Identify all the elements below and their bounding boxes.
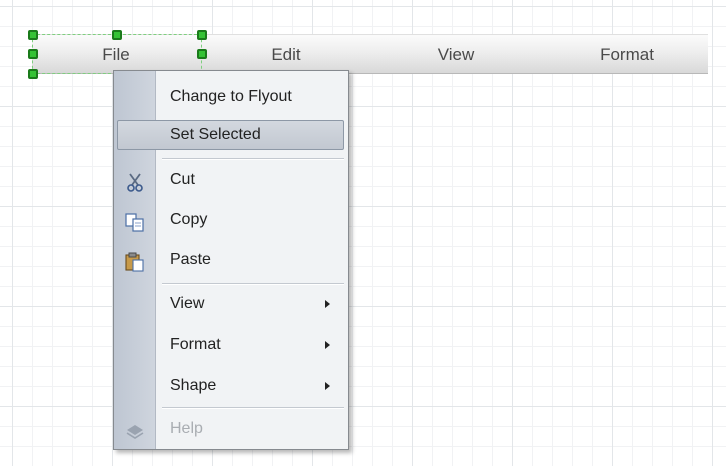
context-menu: Change to Flyout Set Selected Cut Copy P…: [113, 70, 349, 450]
resize-handle-top-left[interactable]: [28, 30, 38, 40]
menu-item-label: Cut: [170, 171, 195, 188]
submenu-arrow-icon: [325, 341, 330, 349]
resize-handle-bottom-left[interactable]: [28, 69, 38, 79]
menu-item-label: Help: [170, 420, 203, 437]
copy-icon: [124, 209, 146, 232]
menubar-item-view[interactable]: View: [416, 35, 496, 75]
menu-item-change-to-flyout[interactable]: Change to Flyout: [114, 77, 348, 117]
paste-icon: [124, 249, 146, 272]
menu-item-help: Help: [114, 409, 348, 449]
menu-item-label: Format: [170, 336, 221, 353]
resize-handle-right[interactable]: [197, 49, 207, 59]
menu-item-label: Copy: [170, 211, 208, 228]
menubar-item-edit[interactable]: Edit: [246, 35, 326, 75]
submenu-arrow-icon: [325, 382, 330, 390]
design-canvas[interactable]: File Edit View Format Change to Flyout S…: [0, 0, 726, 466]
resize-handle-top-right[interactable]: [197, 30, 207, 40]
menu-item-label: Paste: [170, 251, 211, 268]
help-icon: [124, 418, 146, 440]
menu-item-label: Change to Flyout: [170, 88, 292, 105]
selection-outline: [32, 34, 202, 74]
menu-item-set-selected[interactable]: Set Selected: [114, 115, 348, 155]
menu-item-label: Shape: [170, 377, 217, 394]
menu-item-copy[interactable]: Copy: [114, 200, 348, 240]
menu-item-format[interactable]: Format: [114, 325, 348, 365]
menu-item-paste[interactable]: Paste: [114, 240, 348, 280]
scissors-icon: [124, 169, 146, 192]
resize-handle-top[interactable]: [112, 30, 122, 40]
resize-handle-left[interactable]: [28, 49, 38, 59]
menubar-item-format[interactable]: Format: [582, 35, 672, 75]
menu-item-view[interactable]: View: [114, 284, 348, 324]
menu-item-label: Set Selected: [170, 126, 261, 143]
menu-item-shape[interactable]: Shape: [114, 366, 348, 406]
submenu-arrow-icon: [325, 300, 330, 308]
menu-item-cut[interactable]: Cut: [114, 160, 348, 200]
menu-item-label: View: [170, 295, 205, 312]
